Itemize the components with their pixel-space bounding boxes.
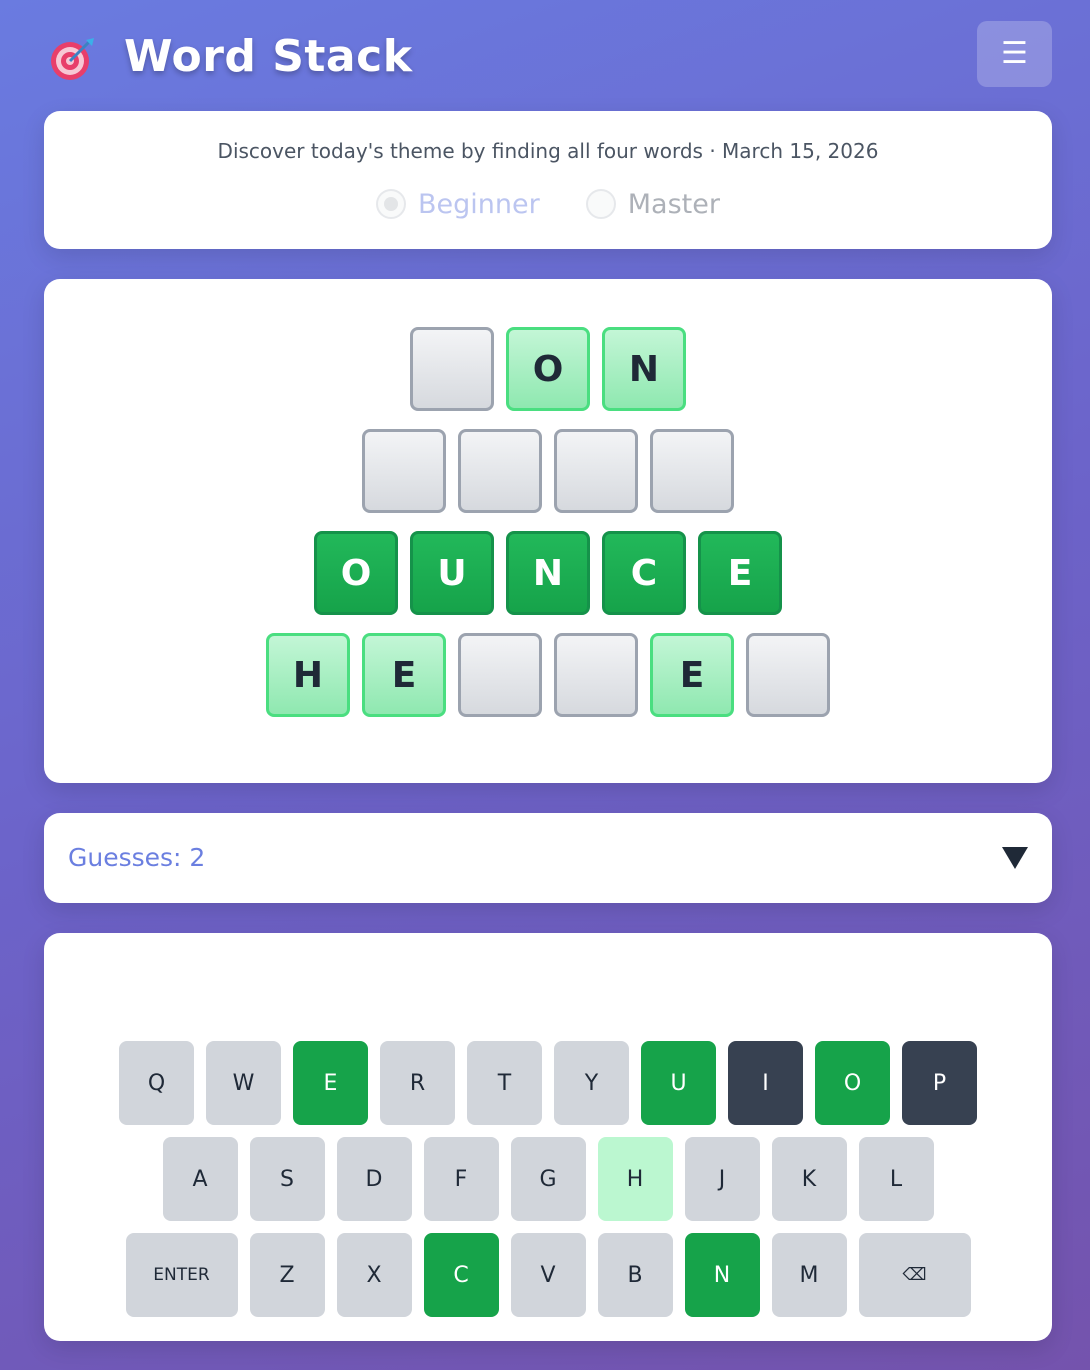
key-f[interactable]: F bbox=[423, 1137, 499, 1221]
letter-tile[interactable] bbox=[650, 429, 734, 513]
key-b[interactable]: B bbox=[597, 1233, 673, 1317]
letter-tile[interactable] bbox=[362, 429, 446, 513]
letter-tile[interactable] bbox=[410, 327, 494, 411]
keyboard-row: ASDFGHJKL bbox=[44, 1137, 1052, 1221]
key-h[interactable]: H bbox=[597, 1137, 673, 1221]
letter-tile[interactable] bbox=[458, 429, 542, 513]
puzzle-subtitle: Discover today's theme by finding all fo… bbox=[217, 139, 879, 163]
key-p[interactable]: P bbox=[902, 1041, 977, 1125]
letter-tile[interactable]: C bbox=[602, 531, 686, 615]
key-u[interactable]: U bbox=[641, 1041, 716, 1125]
letter-tile[interactable]: E bbox=[650, 633, 734, 717]
key-o[interactable]: O bbox=[815, 1041, 890, 1125]
key-n[interactable]: N bbox=[684, 1233, 760, 1317]
letter-tile[interactable]: E bbox=[698, 531, 782, 615]
board-row: OUNCE bbox=[44, 531, 1052, 615]
letter-tile[interactable]: O bbox=[506, 327, 590, 411]
dartboard-icon bbox=[51, 38, 94, 80]
key-q[interactable]: Q bbox=[119, 1041, 194, 1125]
radio-beginner[interactable] bbox=[376, 189, 407, 219]
app-header: Word Stack ☰ bbox=[44, 20, 1052, 88]
key-r[interactable]: R bbox=[380, 1041, 455, 1125]
backspace-key[interactable]: ⌫ bbox=[858, 1233, 971, 1317]
key-j[interactable]: J bbox=[684, 1137, 760, 1221]
key-w[interactable]: W bbox=[206, 1041, 281, 1125]
key-c[interactable]: C bbox=[423, 1233, 499, 1317]
key-x[interactable]: X bbox=[336, 1233, 412, 1317]
key-d[interactable]: D bbox=[336, 1137, 412, 1221]
letter-tile[interactable]: H bbox=[266, 633, 350, 717]
menu-button[interactable]: ☰ bbox=[977, 21, 1052, 87]
key-e[interactable]: E bbox=[293, 1041, 368, 1125]
key-v[interactable]: V bbox=[510, 1233, 586, 1317]
key-l[interactable]: L bbox=[858, 1137, 934, 1221]
key-z[interactable]: Z bbox=[249, 1233, 325, 1317]
letter-tile[interactable]: N bbox=[602, 327, 686, 411]
key-k[interactable]: K bbox=[771, 1137, 847, 1221]
letter-tile[interactable] bbox=[458, 633, 542, 717]
info-card: Discover today's theme by finding all fo… bbox=[44, 111, 1052, 249]
mode-label-beginner: Beginner bbox=[418, 188, 540, 220]
hamburger-menu-icon: ☰ bbox=[1001, 36, 1028, 71]
mode-label-master: Master bbox=[627, 188, 720, 220]
app-title: Word Stack bbox=[124, 31, 413, 82]
letter-tile[interactable]: U bbox=[410, 531, 494, 615]
key-t[interactable]: T bbox=[467, 1041, 542, 1125]
game-board: ONOUNCEHEE bbox=[44, 279, 1052, 783]
keyboard-row: QWERTYUIOP bbox=[44, 1041, 1052, 1125]
enter-key[interactable]: ENTER bbox=[125, 1233, 238, 1317]
board-row: ON bbox=[44, 327, 1052, 411]
letter-tile[interactable] bbox=[554, 429, 638, 513]
guesses-panel-toggle[interactable]: Guesses: 2 bbox=[44, 813, 1052, 903]
letter-tile[interactable] bbox=[554, 633, 638, 717]
key-g[interactable]: G bbox=[510, 1137, 586, 1221]
key-s[interactable]: S bbox=[249, 1137, 325, 1221]
letter-tile[interactable]: O bbox=[314, 531, 398, 615]
on-screen-keyboard: Q W E R T Y U I O P A S D F G H J K L ENTER Z X C V B N M ⌫ bbox=[44, 933, 1052, 1341]
radio-master[interactable] bbox=[585, 189, 616, 219]
chevron-down-icon[interactable] bbox=[1002, 847, 1028, 869]
mode-option-master[interactable]: Master bbox=[585, 188, 720, 220]
letter-tile[interactable] bbox=[746, 633, 830, 717]
letter-tile[interactable]: E bbox=[362, 633, 446, 717]
difficulty-selector: Beginner Master bbox=[44, 187, 1052, 221]
board-row: HEE bbox=[44, 633, 1052, 717]
keyboard-row: ENTER Z X C V B N M ⌫ bbox=[44, 1233, 1052, 1317]
guesses-count: Guesses: 2 bbox=[68, 843, 206, 872]
letter-tile[interactable]: N bbox=[506, 531, 590, 615]
key-a[interactable]: A bbox=[162, 1137, 238, 1221]
key-m[interactable]: M bbox=[771, 1233, 847, 1317]
key-i[interactable]: I bbox=[728, 1041, 803, 1125]
mode-option-beginner[interactable]: Beginner bbox=[376, 189, 540, 220]
key-y[interactable]: Y bbox=[554, 1041, 629, 1125]
board-row bbox=[44, 429, 1052, 513]
